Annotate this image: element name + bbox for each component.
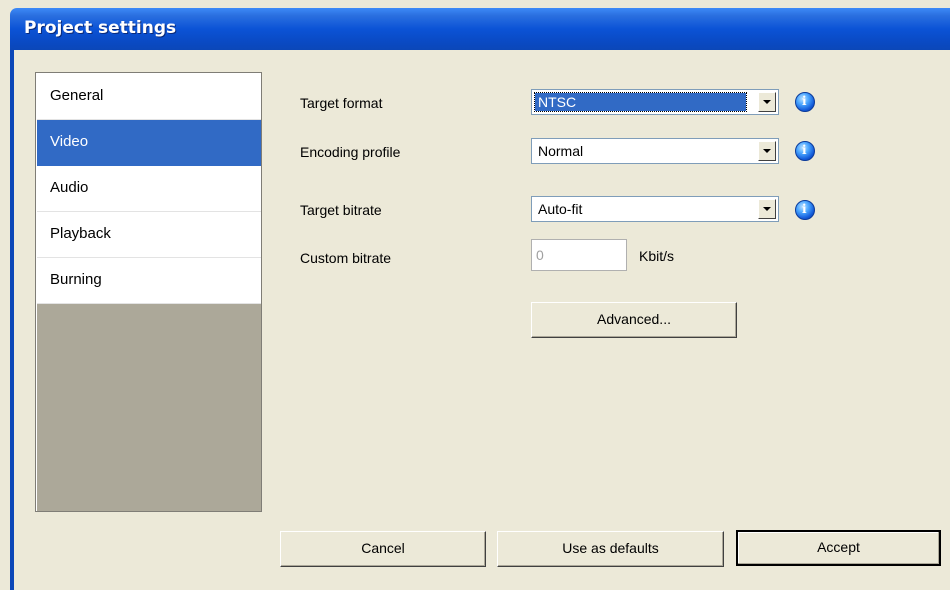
sidebar-item-label: General bbox=[50, 87, 104, 104]
target-format-value: NTSC bbox=[534, 92, 747, 112]
sidebar-item-label: Video bbox=[50, 133, 89, 150]
custom-bitrate-input[interactable] bbox=[536, 243, 624, 267]
target-bitrate-select[interactable]: Auto-fit bbox=[531, 196, 779, 222]
chevron-down-icon[interactable] bbox=[758, 92, 776, 112]
chevron-down-icon[interactable] bbox=[758, 199, 776, 219]
sidebar-item-video[interactable]: Video bbox=[37, 120, 261, 166]
target-bitrate-label: Target bitrate bbox=[300, 202, 382, 218]
target-format-label: Target format bbox=[300, 95, 383, 111]
sidebar-item-burning[interactable]: Burning bbox=[37, 258, 261, 304]
bitrate-unit-label: Kbit/s bbox=[639, 248, 675, 264]
custom-bitrate-field-box bbox=[531, 239, 627, 271]
cancel-button[interactable]: Cancel bbox=[280, 531, 486, 567]
use-as-defaults-button[interactable]: Use as defaults bbox=[497, 531, 724, 567]
category-list: General Video Audio Playback Burning bbox=[35, 72, 262, 512]
title-bar[interactable]: Project settings bbox=[10, 8, 950, 50]
info-icon[interactable] bbox=[795, 141, 815, 161]
sidebar-item-playback[interactable]: Playback bbox=[37, 212, 261, 258]
encoding-profile-select[interactable]: Normal bbox=[531, 138, 779, 164]
sidebar-item-label: Burning bbox=[50, 271, 102, 288]
sidebar-item-audio[interactable]: Audio bbox=[37, 166, 261, 212]
chevron-down-icon[interactable] bbox=[758, 141, 776, 161]
target-bitrate-value: Auto-fit bbox=[538, 201, 583, 217]
info-icon[interactable] bbox=[795, 92, 815, 112]
accept-button[interactable]: Accept bbox=[736, 530, 941, 566]
info-icon[interactable] bbox=[795, 200, 815, 220]
sidebar-item-general[interactable]: General bbox=[37, 74, 261, 120]
sidebar-item-label: Playback bbox=[50, 225, 111, 242]
encoding-profile-value: Normal bbox=[538, 143, 584, 159]
target-format-select[interactable]: NTSC bbox=[531, 89, 779, 115]
sidebar-item-label: Audio bbox=[50, 179, 89, 196]
window-title: Project settings bbox=[24, 18, 177, 38]
custom-bitrate-label: Custom bitrate bbox=[300, 250, 392, 266]
encoding-profile-label: Encoding profile bbox=[300, 144, 401, 160]
advanced-button[interactable]: Advanced... bbox=[531, 302, 737, 338]
